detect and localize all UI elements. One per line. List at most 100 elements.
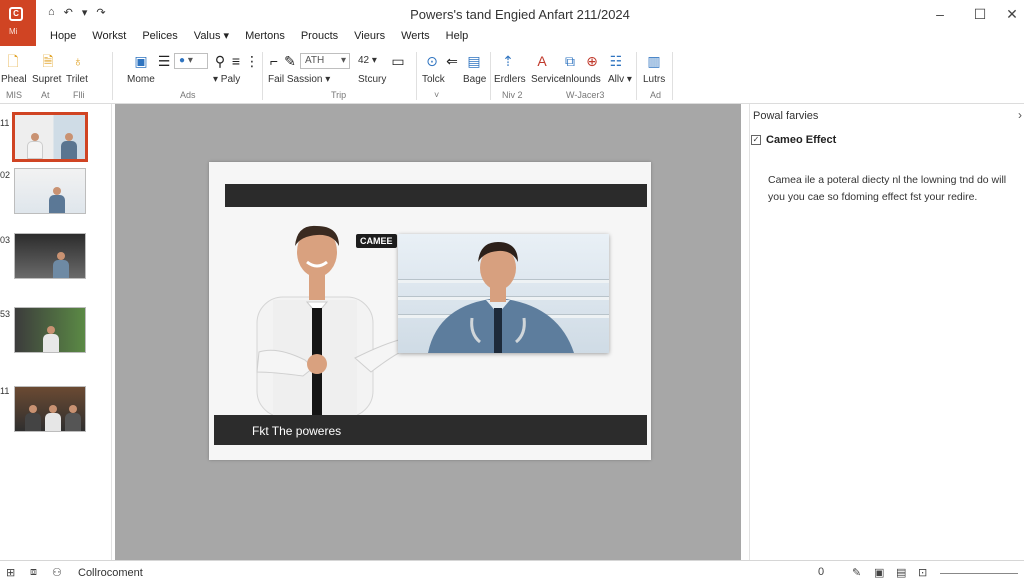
slide-thumbnail-4[interactable]	[14, 307, 86, 353]
cameo-effect-checkbox[interactable]: ✓	[751, 135, 761, 145]
window-title: Powers's tand Engied Anfart 211/2024	[410, 7, 630, 22]
notes-icon[interactable]: ⧈	[30, 566, 37, 579]
tab-help[interactable]: Help	[438, 28, 477, 46]
ribbon-paly[interactable]: ▾ Paly	[213, 74, 240, 85]
reading-view-icon[interactable]: ▤	[896, 566, 906, 579]
list-icon[interactable]: ☰	[156, 52, 172, 70]
cameo-effect-label[interactable]: Cameo Effect	[766, 134, 836, 146]
font-size[interactable]: 42 ▾	[358, 55, 377, 66]
slide-thumbnail-5[interactable]	[14, 386, 86, 432]
presenter-figure[interactable]	[237, 222, 417, 417]
bullets-icon[interactable]: ☷	[608, 52, 624, 70]
maximize-icon[interactable]: ☐	[965, 4, 995, 24]
ribbon-inlounds[interactable]: Inlounds	[563, 74, 601, 85]
ribbon-trilet[interactable]: Trilet	[66, 74, 88, 85]
slideshow-icon[interactable]: ⊡	[918, 566, 927, 579]
tab-mertons[interactable]: Mertons	[237, 28, 293, 46]
tab-hope[interactable]: Hope	[36, 28, 84, 46]
ribbon-stcury[interactable]: Stcury	[358, 74, 386, 85]
font-field[interactable]: ATH ▾	[300, 53, 350, 69]
book-icon[interactable]: ▥	[646, 52, 662, 70]
ribbon-separator	[416, 52, 417, 100]
ribbon-erdlers[interactable]: Erdlers	[494, 74, 526, 85]
align-icon[interactable]: ≡	[228, 52, 244, 70]
thumb-number: 02	[0, 170, 11, 180]
chevron-right-icon[interactable]: ›	[1018, 108, 1022, 122]
layout-icon[interactable]: 🗎	[40, 52, 56, 70]
slide-thumbnail-3[interactable]	[14, 233, 86, 279]
normal-view-icon[interactable]: ▣	[874, 566, 884, 579]
ribbon-tolck[interactable]: Tolck	[422, 74, 445, 85]
quick-access-toolbar: ⌂ ↶ ▾ ↷	[48, 6, 106, 19]
find-icon[interactable]: ⊙	[424, 52, 440, 70]
thumb-number: 53	[0, 309, 11, 319]
qat-dropdown-icon[interactable]: ▾	[82, 6, 88, 19]
current-slide[interactable]: CAMEE Fkt The poweres	[209, 162, 651, 460]
group5-footer-2: W-Jacer3	[566, 90, 605, 100]
slide-thumbnail-2[interactable]	[14, 168, 86, 214]
title-bar: C Mi ⌂ ↶ ▾ ↷ Powers's tand Engied Anfart…	[0, 0, 1024, 46]
pen-icon[interactable]: ✎	[852, 566, 861, 579]
group4-footer: ˅	[434, 90, 440, 100]
caption-text[interactable]: Fkt The poweres	[252, 424, 341, 438]
text-effect-icon[interactable]: A	[534, 52, 550, 70]
grid-icon[interactable]: ⊞	[6, 566, 15, 579]
app-logo-sub: Mi	[9, 27, 18, 36]
person-dropdown[interactable]: ● ▾	[174, 53, 208, 69]
app-icon: C	[9, 7, 23, 21]
effects-pane: Powal farvies › ✓ Cameo Effect Camea ile…	[749, 104, 1024, 560]
undo-icon[interactable]: ↶	[64, 6, 73, 19]
page-icon[interactable]: ▤	[466, 52, 482, 70]
thumb-number: 11	[0, 118, 10, 128]
tab-valus[interactable]: Valus ▾	[186, 28, 237, 46]
search-icon[interactable]: ⚲	[212, 52, 228, 70]
ribbon-lutrs[interactable]: Lutrs	[643, 74, 665, 85]
thumb-number: 11	[0, 386, 10, 396]
slide-thumbnail-1[interactable]	[12, 112, 88, 162]
app-logo[interactable]: C Mi	[0, 0, 36, 46]
shape-icon[interactable]: ⌐	[266, 52, 282, 70]
group1-sub-1: MIS	[6, 90, 23, 100]
ribbon-supret[interactable]: Supret	[32, 74, 61, 85]
zoom-slider[interactable]	[940, 573, 1018, 574]
home-icon[interactable]: ⌂	[48, 6, 55, 19]
bulb-icon[interactable]: ♁	[70, 52, 86, 70]
slide-thumbnail-pane: 11 02 03 53 11	[0, 104, 112, 560]
ribbon-pheal[interactable]: Pheal	[1, 74, 27, 85]
pane-description: Camea ile a poteral diecty nl the lownin…	[768, 174, 1007, 203]
picture-icon[interactable]: ▣	[128, 52, 154, 70]
shapes-icon[interactable]: ⊕	[584, 52, 600, 70]
tab-werts[interactable]: Werts	[393, 28, 438, 46]
ribbon-bage[interactable]: Bage	[463, 74, 486, 85]
ribbon-fail-session[interactable]: Fail Sassion ▾	[268, 74, 330, 85]
accessibility-icon[interactable]: ⚇	[52, 566, 62, 579]
group1-sub-3: Flli	[73, 90, 85, 100]
menu-bar: Hope Workst Pelices Valus ▾ Mertons Prou…	[36, 28, 476, 46]
tab-pelices[interactable]: Pelices	[134, 28, 185, 46]
ribbon-separator	[262, 52, 263, 100]
ribbon-mome[interactable]: Mome	[127, 74, 155, 85]
arrange-icon[interactable]: ⧉	[562, 52, 578, 70]
tab-vieurs[interactable]: Vieurs	[346, 28, 393, 46]
ribbon-separator	[112, 52, 113, 100]
slide-canvas[interactable]: CAMEE Fkt The poweres	[115, 104, 741, 560]
pen-icon[interactable]: ✎	[282, 52, 298, 70]
slide-title-bar[interactable]	[225, 184, 647, 207]
cameo-video-frame[interactable]	[398, 234, 609, 353]
ribbon-service[interactable]: Service	[531, 74, 564, 85]
tab-workst[interactable]: Workst	[84, 28, 134, 46]
tab-proucts[interactable]: Proucts	[293, 28, 346, 46]
status-bar: ⊞ ⧈ ⚇ Collrocoment 0 ✎ ▣ ▤ ⊡	[0, 560, 1024, 585]
group5-footer-1: Niv 2	[502, 90, 523, 100]
format-icon[interactable]: ▭	[390, 52, 406, 70]
close-icon[interactable]: ✕	[997, 4, 1024, 24]
caption-bar[interactable]: Fkt The poweres	[214, 415, 647, 445]
redo-icon[interactable]: ↷	[96, 6, 105, 19]
ribbon-allv[interactable]: Allv ▾	[608, 74, 632, 85]
options-icon[interactable]: ⋮	[244, 52, 260, 70]
cursor-icon[interactable]: ⇡	[500, 52, 516, 70]
new-slide-icon[interactable]: 🗋	[5, 52, 21, 70]
minimize-icon[interactable]: –	[925, 4, 955, 24]
status-text: Collrocoment	[78, 567, 143, 579]
replace-icon[interactable]: ⇐	[444, 52, 460, 70]
